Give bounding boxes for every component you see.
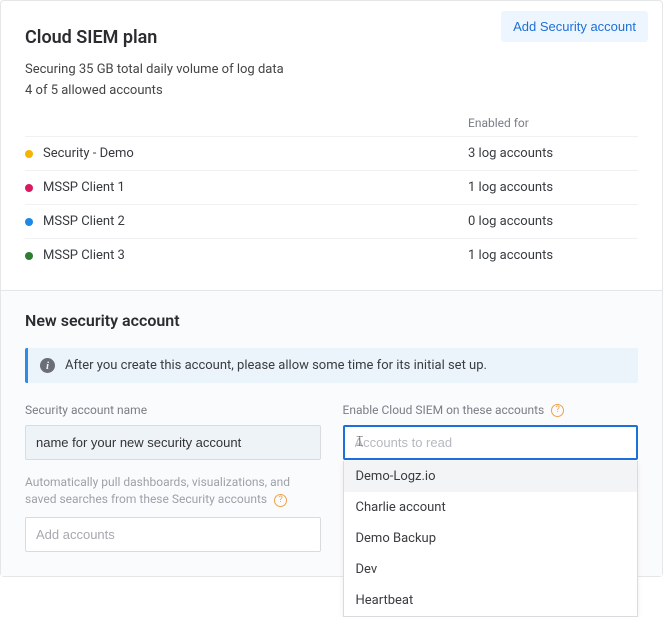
security-account-name-input[interactable] [25,425,321,460]
status-dot-icon [25,218,33,226]
info-banner: i After you create this account, please … [25,348,638,383]
accounts-table: Enabled for Security - Demo 3 log accoun… [25,112,638,272]
dropdown-item[interactable]: Demo-Logz.io [344,461,638,492]
enabled-for-header: Enabled for [468,116,638,130]
status-dot-icon [25,150,33,158]
name-column: Security account name Automatically pull… [25,403,321,552]
dropdown-item[interactable]: Dev [344,554,638,585]
accounts-count-line: 4 of 5 allowed accounts [25,83,638,98]
account-name: MSSP Client 3 [43,248,125,263]
info-text: After you create this account, please al… [65,358,487,373]
info-icon: i [40,358,55,373]
enable-siem-label: Enable Cloud SIEM on these accounts ? [343,403,639,417]
enabled-count: 3 log accounts [468,146,638,161]
status-dot-icon [25,252,33,260]
dropdown-item[interactable]: Charlie account [344,492,638,523]
accounts-to-read-input[interactable] [343,425,639,460]
account-name: MSSP Client 1 [43,180,125,195]
accounts-dropdown: Demo-Logz.io Charlie account Demo Backup… [343,461,639,617]
dropdown-item[interactable]: Heartbeat [344,585,638,616]
enabled-count: 1 log accounts [468,180,638,195]
add-security-account-button[interactable]: Add Security account [501,11,648,42]
account-name: MSSP Client 2 [43,214,125,229]
siem-plan-card: Add Security account Cloud SIEM plan Sec… [0,0,663,577]
dropdown-item[interactable]: Demo Backup [344,523,638,554]
accounts-combobox: 𝙸 Demo-Logz.io Charlie account Demo Back… [343,425,639,460]
security-account-name-label: Security account name [25,403,321,417]
table-row[interactable]: MSSP Client 3 1 log accounts [25,238,638,272]
help-icon[interactable]: ? [274,494,287,507]
plan-summary-section: Cloud SIEM plan Securing 35 GB total dai… [1,1,662,290]
table-header: Enabled for [25,112,638,136]
enabled-count: 0 log accounts [468,214,638,229]
help-icon[interactable]: ? [551,404,564,417]
securing-line: Securing 35 GB total daily volume of log… [25,62,638,77]
form-row: Security account name Automatically pull… [25,403,638,552]
status-dot-icon [25,184,33,192]
auto-pull-label: Automatically pull dashboards, visualiza… [25,474,321,509]
account-name: Security - Demo [43,146,134,161]
table-row[interactable]: MSSP Client 2 0 log accounts [25,204,638,238]
enable-column: Enable Cloud SIEM on these accounts ? 𝙸 … [343,403,639,552]
table-row[interactable]: Security - Demo 3 log accounts [25,136,638,170]
enabled-count: 1 log accounts [468,248,638,263]
table-row[interactable]: MSSP Client 1 1 log accounts [25,170,638,204]
add-accounts-input[interactable] [25,517,321,552]
new-security-account-section: New security account i After you create … [1,290,662,576]
new-account-title: New security account [25,311,638,330]
